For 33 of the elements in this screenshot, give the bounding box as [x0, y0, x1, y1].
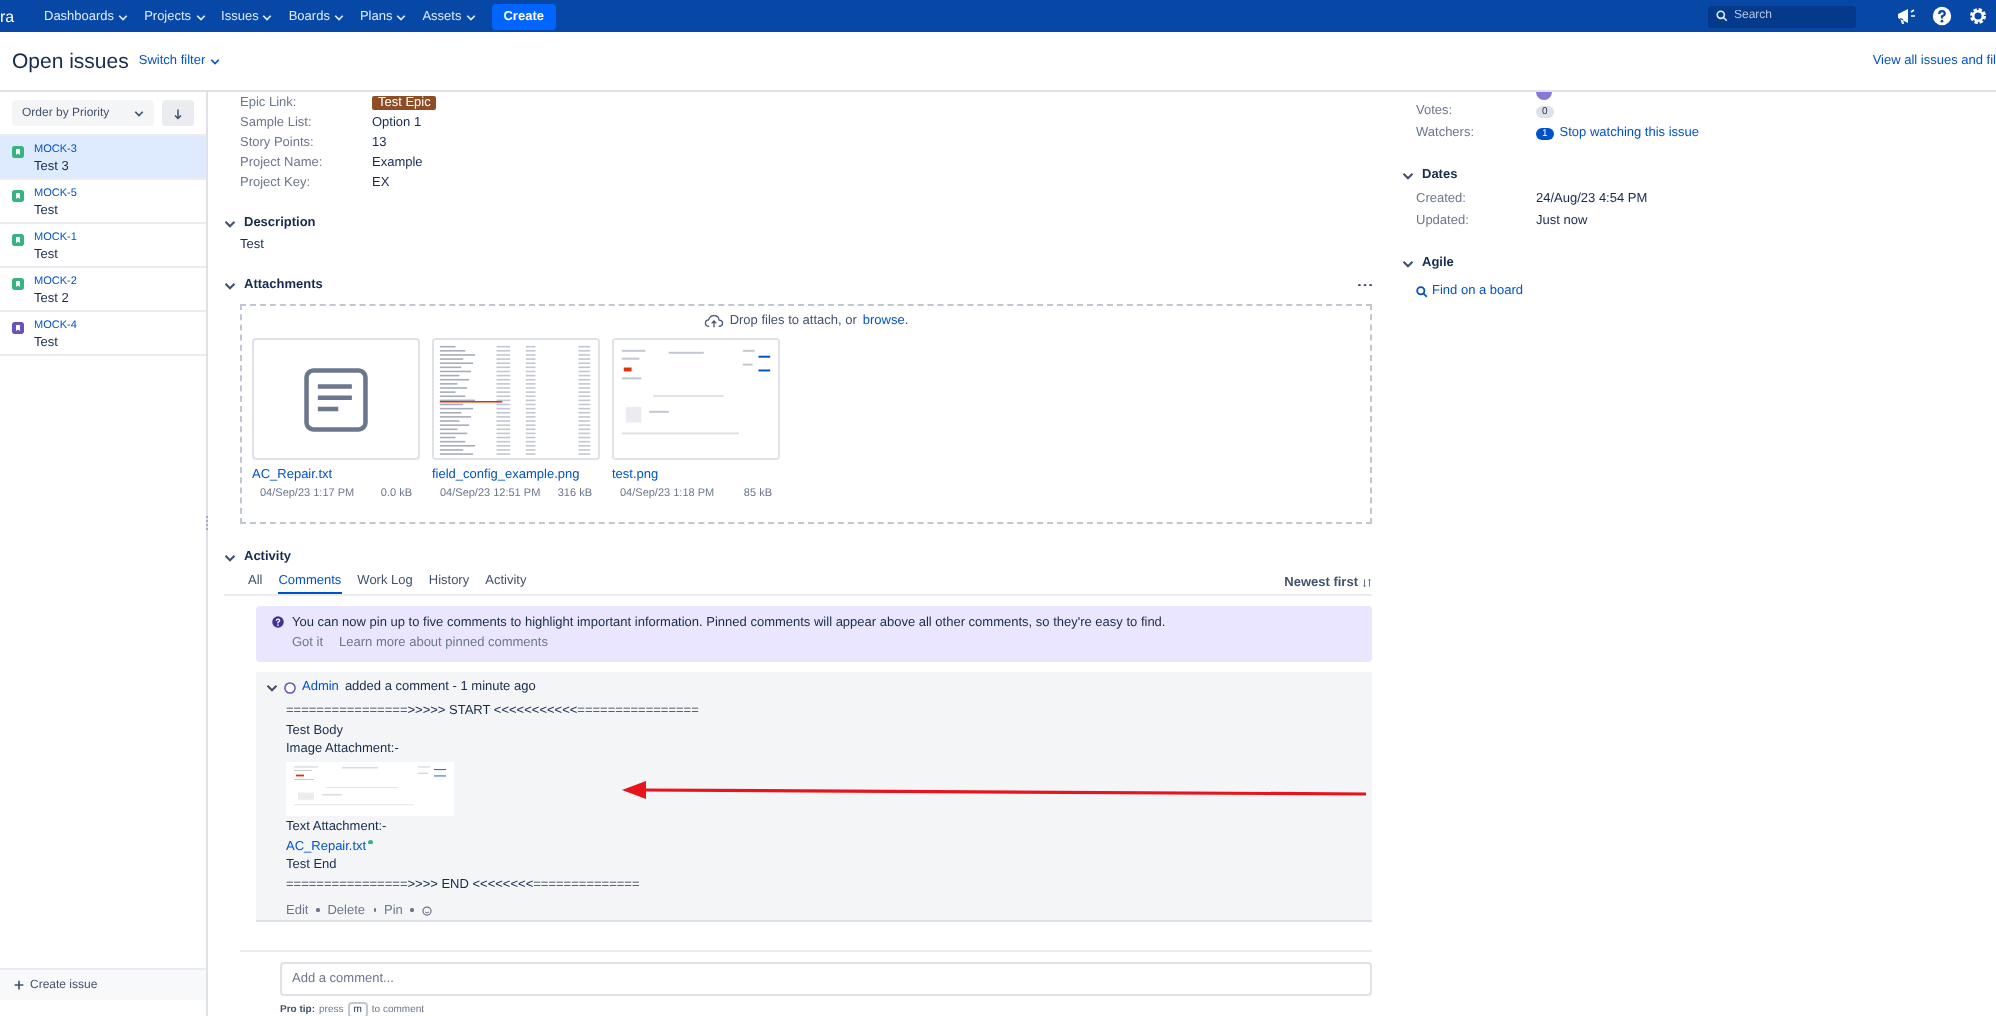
chevron-down-icon[interactable] [224, 279, 236, 291]
logo-text[interactable]: ra [0, 7, 44, 25]
settings-icon[interactable] [1968, 6, 1988, 26]
document-icon [302, 365, 370, 433]
status-dot-icon [368, 839, 374, 844]
caret-icon [209, 56, 220, 66]
megaphone-icon[interactable] [1896, 6, 1916, 26]
caret-icon [195, 11, 206, 21]
caret-icon [333, 11, 344, 21]
chevron-down-icon[interactable] [224, 551, 236, 563]
emoji-icon[interactable] [421, 905, 432, 915]
sort-direction-button[interactable] [162, 100, 194, 126]
chevron-down-icon[interactable] [224, 217, 236, 229]
attachment-thumbnail[interactable] [252, 338, 420, 460]
page-title: Open issues [12, 49, 129, 73]
plus-icon [14, 980, 24, 990]
caret-icon [262, 11, 273, 21]
sort-icon [1362, 578, 1372, 588]
arrow-down-icon [172, 107, 184, 119]
resize-handle[interactable] [206, 516, 212, 530]
chevron-down-icon[interactable] [1402, 169, 1414, 181]
chevron-down-icon[interactable] [266, 681, 278, 693]
caret-icon [118, 11, 129, 21]
caret-icon [134, 108, 144, 118]
caret-icon [465, 11, 476, 21]
search-icon [1716, 10, 1728, 22]
avatar-icon [284, 681, 296, 693]
help-icon [272, 616, 284, 628]
help-icon[interactable] [1932, 6, 1952, 26]
chevron-down-icon[interactable] [1402, 257, 1414, 269]
search-icon [1416, 285, 1428, 297]
caret-icon [396, 11, 407, 21]
upload-cloud-icon [703, 314, 724, 328]
